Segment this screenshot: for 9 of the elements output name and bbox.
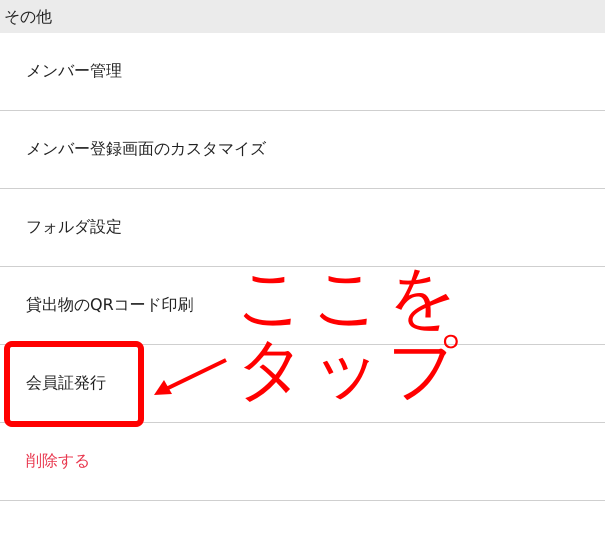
menu-item[interactable]: 会員証発行 [26, 373, 106, 394]
menu-item[interactable]: フォルダ設定 [26, 217, 122, 238]
callout-text: ここを [236, 262, 464, 334]
delete-link[interactable]: 削除する [26, 451, 90, 472]
section-title: その他 [3, 6, 52, 28]
menu-item[interactable]: 貸出物のQRコード印刷 [26, 295, 194, 316]
menu-item[interactable]: メンバー登録画面のカスタマイズ [26, 139, 266, 160]
menu-item[interactable]: メンバー管理 [26, 61, 122, 82]
callout-text: タップ [236, 334, 464, 406]
